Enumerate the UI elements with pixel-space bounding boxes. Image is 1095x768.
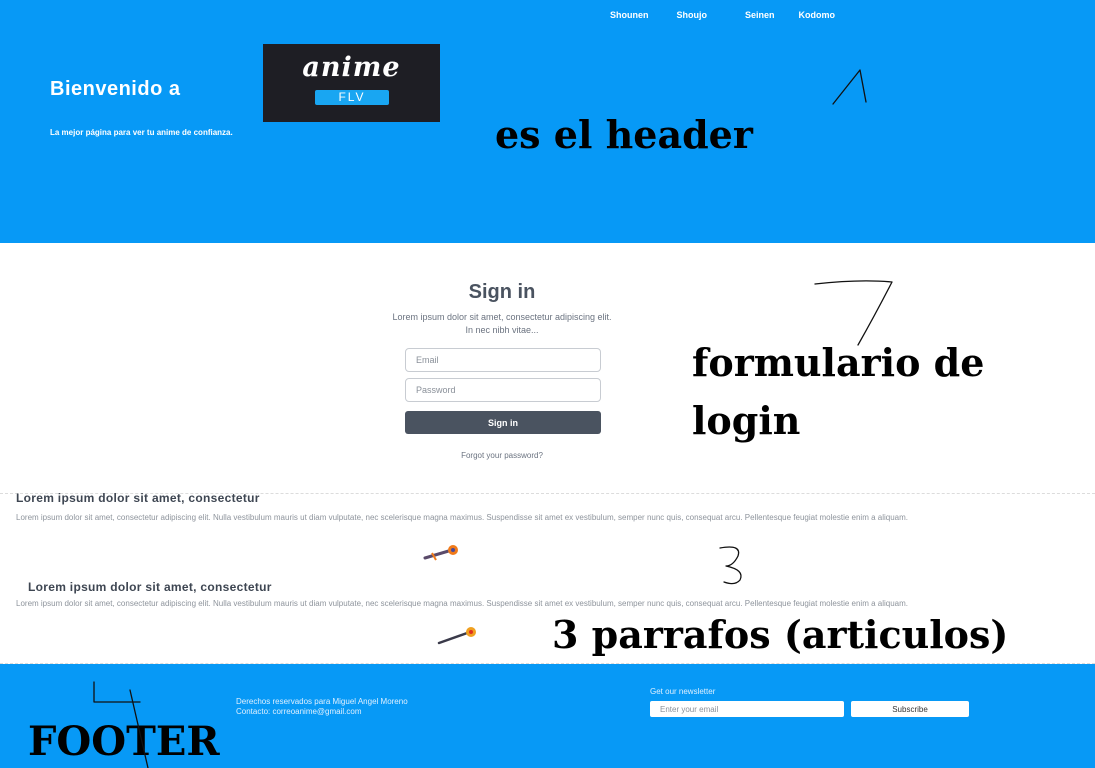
logo-wordmark: anime	[302, 52, 401, 83]
welcome-heading: Bienvenido a	[50, 78, 181, 100]
annotation-login-line2: login	[692, 398, 801, 443]
sign-in-button[interactable]: Sign in	[405, 411, 601, 434]
sword-icon	[423, 545, 458, 561]
logo-badge: FLV	[315, 90, 389, 105]
forgot-password-link[interactable]: Forgot your password?	[402, 451, 602, 460]
main-nav: Shounen Shoujo Seinen Kodomo	[610, 10, 835, 20]
annotation-login-line1: formulario de	[692, 340, 985, 385]
password-field[interactable]	[405, 378, 601, 402]
newsletter-label: Get our newsletter	[650, 687, 716, 696]
footer-rights: Derechos reservados para Miguel Angel Mo…	[236, 697, 408, 717]
login-title: Sign in	[468, 281, 536, 303]
subscribe-button[interactable]: Subscribe	[851, 701, 969, 717]
nav-link-kodomo[interactable]: Kodomo	[799, 10, 836, 20]
nav-link-shoujo[interactable]: Shoujo	[677, 10, 708, 20]
annotation-header: es el header	[495, 112, 753, 157]
newsletter-email-input[interactable]	[650, 701, 844, 717]
annotation-login-form: formulario de login	[692, 334, 984, 450]
page: Shounen Shoujo Seinen Kodomo Bienvenido …	[0, 0, 1095, 768]
article-2-title: Lorem ipsum dolor sit amet, consectetur	[28, 580, 272, 594]
annotation-footer: FOOTER	[28, 718, 220, 765]
article-1-body: Lorem ipsum dolor sit amet, consectetur …	[16, 514, 908, 522]
tagline: La mejor página para ver tu anime de con…	[50, 128, 233, 137]
nav-link-shounen[interactable]: Shounen	[610, 10, 649, 20]
nav-link-seinen[interactable]: Seinen	[745, 10, 775, 20]
login-description: Lorem ipsum dolor sit amet, consectetur …	[392, 312, 612, 335]
animeflv-logo: anime FLV	[263, 44, 440, 122]
email-field[interactable]	[405, 348, 601, 372]
staff-icon	[437, 627, 476, 645]
annotation-articles: 3 parrafos (articulos)	[552, 612, 1009, 657]
article-1-title: Lorem ipsum dolor sit amet, consectetur	[16, 491, 260, 505]
rights-line: Derechos reservados para Miguel Angel Mo…	[236, 697, 408, 706]
contact-line: Contacto: correoanime@gmail.com	[236, 707, 362, 716]
